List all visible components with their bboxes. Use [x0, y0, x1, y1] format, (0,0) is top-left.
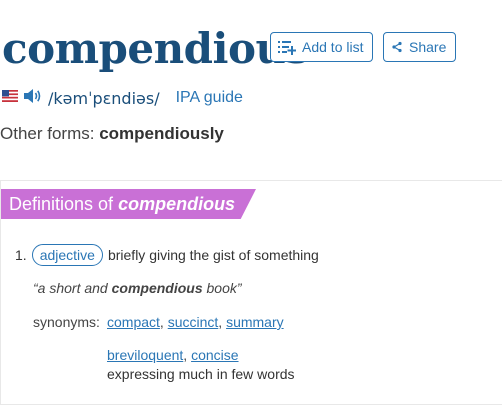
- headword-row: compendious: [0, 20, 309, 78]
- share-icon: [391, 41, 403, 53]
- synonyms-row: synonyms: compact, succinct, summary: [33, 314, 284, 330]
- definitions-section: Definitions of compendious 1. adjective …: [0, 180, 502, 405]
- synonyms-label: synonyms:: [33, 314, 100, 330]
- synonym-link[interactable]: succinct: [168, 314, 219, 330]
- synonym-link[interactable]: concise: [191, 347, 238, 363]
- ipa-guide-link[interactable]: IPA guide: [176, 89, 243, 107]
- us-flag-icon[interactable]: [2, 89, 18, 107]
- definitions-header-word: compendious: [118, 194, 236, 214]
- synonym-link[interactable]: breviloquent: [107, 347, 183, 363]
- other-forms-value: compendiously: [99, 124, 224, 143]
- share-button[interactable]: Share: [383, 32, 457, 62]
- definition-text: briefly giving the gist of something: [107, 247, 319, 263]
- share-label: Share: [409, 39, 447, 55]
- other-forms-label: Other forms:: [0, 124, 100, 143]
- synonym-link[interactable]: compact: [107, 314, 160, 330]
- add-to-list-label: Add to list: [302, 39, 364, 55]
- definition-number: 1.: [15, 247, 27, 263]
- headword: compendious: [2, 24, 309, 73]
- example-word: compendious: [111, 280, 203, 296]
- add-list-icon: [278, 39, 296, 55]
- add-to-list-button[interactable]: Add to list: [270, 32, 374, 62]
- pronunciation-row: /kəmˈpɛndiəs/ IPA guide: [0, 86, 243, 110]
- other-forms: Other forms: compendiously: [0, 124, 224, 144]
- synonym-link[interactable]: summary: [226, 314, 284, 330]
- part-of-speech-badge[interactable]: adjective: [31, 244, 103, 266]
- example-before: “a short and: [33, 280, 112, 296]
- synonyms-group2-row: breviloquent, concise: [107, 347, 239, 363]
- example-after: book”: [202, 280, 242, 296]
- ipa-transcription: /kəmˈpɛndiəs/: [48, 88, 160, 108]
- definition-line: 1. adjective briefly giving the gist of …: [15, 244, 319, 266]
- speaker-icon[interactable]: [24, 88, 42, 109]
- definitions-header-prefix: Definitions of: [9, 194, 119, 214]
- definitions-header: Definitions of compendious: [1, 189, 256, 219]
- synonyms-group2-definition: expressing much in few words: [107, 366, 295, 382]
- example-sentence: “a short and compendious book”: [33, 280, 242, 296]
